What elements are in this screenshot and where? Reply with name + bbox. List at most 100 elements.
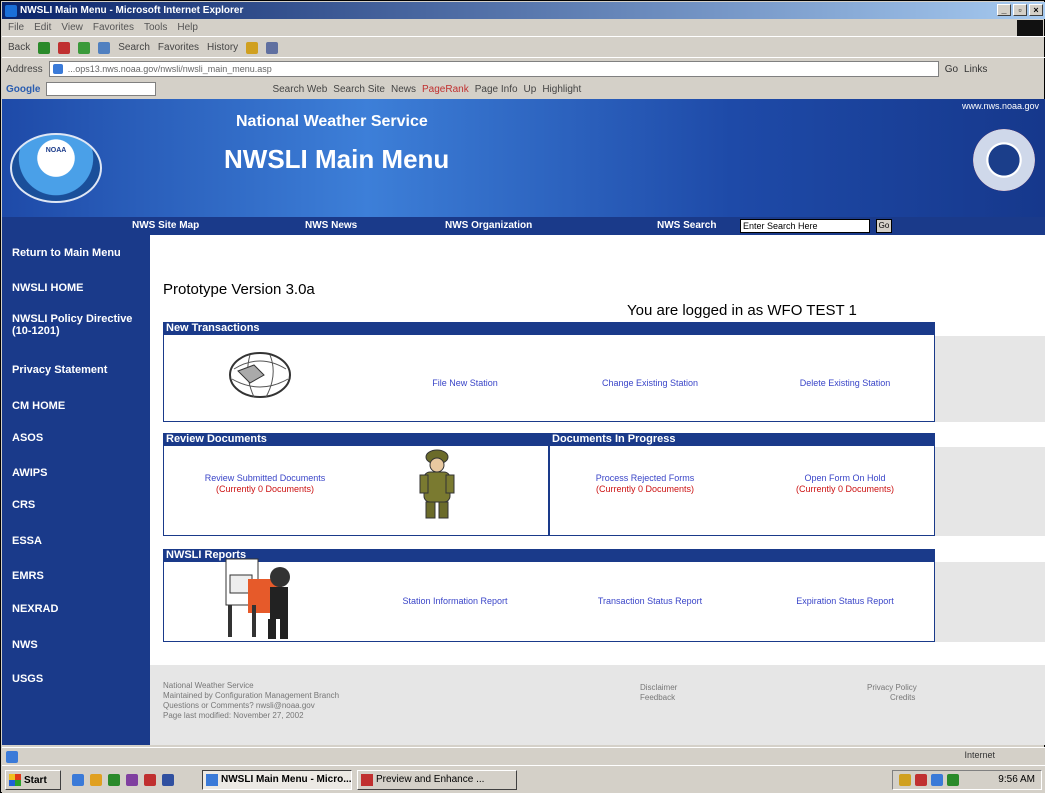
links-button[interactable]: Links (964, 64, 987, 75)
change-existing-station-link[interactable]: Change Existing Station (580, 378, 720, 388)
go-button[interactable]: Go (945, 64, 958, 75)
documents-in-progress-heading: Documents In Progress (549, 433, 935, 446)
stop-icon[interactable] (58, 41, 71, 54)
tray-icon-3[interactable] (931, 774, 943, 786)
globe-clipart-icon (229, 352, 291, 398)
review-documents-count: (Currently 0 Documents) (215, 484, 315, 494)
credits-link[interactable]: Credits (890, 693, 915, 703)
refresh-icon[interactable] (78, 41, 91, 54)
menu-view[interactable]: View (61, 22, 83, 33)
history-button[interactable]: History (207, 42, 238, 53)
zone-label: Internet (964, 750, 995, 760)
sidebar-item-privacy[interactable]: Privacy Statement (12, 364, 144, 376)
nav-sitemap-link[interactable]: NWS Site Map (132, 220, 199, 231)
soldier-clipart-icon (419, 449, 455, 519)
rejected-forms-count: (Currently 0 Documents) (595, 484, 695, 494)
station-information-report-link[interactable]: Station Information Report (380, 596, 530, 606)
address-input[interactable]: ...ops13.nws.noaa.gov/nwsli/nwsli_main_m… (48, 61, 939, 77)
quicklaunch-app-icon[interactable] (108, 774, 120, 786)
quicklaunch-ie-icon[interactable] (72, 774, 84, 786)
page-info-button[interactable]: Page Info (475, 84, 518, 95)
sidebar-item-usgs[interactable]: USGS (12, 673, 144, 685)
tray-icon-2[interactable] (915, 774, 927, 786)
feedback-link[interactable]: Feedback (640, 693, 675, 703)
quicklaunch-app4-icon[interactable] (162, 774, 174, 786)
footer-line-4: Page last modified: November 27, 2002 (163, 711, 304, 720)
page-status-icon (6, 751, 18, 763)
footer-line-3[interactable]: Questions or Comments? nwsli@noaa.gov (163, 701, 315, 711)
sidebar-item-awips[interactable]: AWIPS (12, 467, 144, 479)
maximize-button[interactable]: ▫ (1013, 4, 1027, 16)
top-navbar: NWS Site Map NWS News NWS Organization N… (2, 217, 1045, 235)
sidebar-item-return-main[interactable]: Return to Main Menu (12, 247, 144, 259)
google-toolbar: Google Search Web Search Site News PageR… (2, 80, 1045, 98)
search-site-button[interactable]: Search Site (333, 84, 385, 95)
task-preview-icon (361, 774, 373, 786)
forward-icon[interactable] (38, 41, 51, 54)
logged-in-label: You are logged in as WFO TEST 1 (627, 302, 857, 319)
task-preview-window[interactable]: Preview and Enhance ... (357, 770, 517, 790)
task-ie-icon (206, 774, 218, 786)
standard-toolbar: Back Search Favorites History (2, 38, 1045, 58)
system-tray: 9:56 AM (892, 770, 1042, 790)
quicklaunch-app2-icon[interactable] (126, 774, 138, 786)
task-ie-window[interactable]: NWSLI Main Menu - Micro... (202, 770, 352, 790)
quicklaunch-app3-icon[interactable] (144, 774, 156, 786)
taskbar: Start NWSLI Main Menu - Micro... Preview… (2, 765, 1045, 793)
expiration-status-report-link[interactable]: Expiration Status Report (765, 596, 925, 606)
footer-line-2[interactable]: Maintained by Configuration Management B… (163, 691, 339, 701)
sidebar-item-crs[interactable]: CRS (12, 499, 144, 511)
start-button[interactable]: Start (5, 770, 61, 790)
minimize-button[interactable]: _ (997, 4, 1011, 16)
open-form-on-hold-link[interactable]: Open Form On Hold (760, 473, 930, 483)
up-button[interactable]: Up (524, 84, 537, 95)
disclaimer-link[interactable]: Disclaimer (640, 683, 677, 693)
print-icon[interactable] (266, 41, 279, 54)
noaa-logo[interactable]: NOAA (10, 133, 102, 203)
nws-search-input[interactable]: Enter Search Here (740, 219, 870, 233)
back-button[interactable]: Back (8, 42, 30, 53)
mail-icon[interactable] (246, 41, 259, 54)
menu-tools[interactable]: Tools (144, 22, 167, 33)
search-button[interactable]: Search (118, 42, 150, 53)
file-new-station-link[interactable]: File New Station (405, 378, 525, 388)
search-web-button[interactable]: Search Web (272, 84, 327, 95)
delete-existing-station-link[interactable]: Delete Existing Station (770, 378, 920, 388)
window-titlebar[interactable]: NWSLI Main Menu - Microsoft Internet Exp… (2, 2, 1045, 19)
sidebar-item-asos[interactable]: ASOS (12, 432, 144, 444)
privacy-policy-link[interactable]: Privacy Policy (867, 683, 917, 693)
header-url[interactable]: www.nws.noaa.gov (962, 101, 1039, 111)
news-button[interactable]: News (391, 84, 416, 95)
sidebar-item-policy-directive[interactable]: NWSLI Policy Directive (10-1201) (12, 313, 144, 337)
task-preview-label: Preview and Enhance ... (376, 774, 485, 785)
pagerank-indicator[interactable]: PageRank (422, 84, 469, 95)
sidebar-item-nws[interactable]: NWS (12, 639, 144, 651)
status-bar: Internet (2, 747, 1045, 765)
highlight-button[interactable]: Highlight (542, 84, 581, 95)
nws-logo[interactable] (973, 129, 1035, 191)
tray-icon-4[interactable] (947, 774, 959, 786)
close-button[interactable]: × (1029, 4, 1043, 16)
nav-organization-link[interactable]: NWS Organization (445, 220, 532, 231)
review-submitted-documents-link[interactable]: Review Submitted Documents (170, 473, 360, 483)
sidebar-item-cm-home[interactable]: CM HOME (12, 400, 144, 412)
menu-edit[interactable]: Edit (34, 22, 51, 33)
process-rejected-forms-link[interactable]: Process Rejected Forms (570, 473, 720, 483)
sidebar-item-emrs[interactable]: EMRS (12, 570, 144, 582)
menu-favorites[interactable]: Favorites (93, 22, 134, 33)
tray-icon-1[interactable] (899, 774, 911, 786)
menu-file[interactable]: File (8, 22, 24, 33)
favorites-button[interactable]: Favorites (158, 42, 199, 53)
home-icon[interactable] (98, 41, 111, 54)
google-logo[interactable]: Google (6, 84, 40, 95)
nav-news-link[interactable]: NWS News (305, 220, 357, 231)
nws-search-go-button[interactable]: Go (876, 219, 892, 233)
google-search-input[interactable] (46, 82, 157, 96)
sidebar-item-nwsli-home[interactable]: NWSLI HOME (12, 282, 144, 294)
sidebar-item-essa[interactable]: ESSA (12, 535, 144, 547)
sidebar-item-nexrad[interactable]: NEXRAD (12, 603, 144, 615)
transaction-status-report-link[interactable]: Transaction Status Report (575, 596, 725, 606)
taskbar-clock: 9:56 AM (998, 774, 1035, 785)
menu-help[interactable]: Help (177, 22, 198, 33)
quicklaunch-outlook-icon[interactable] (90, 774, 102, 786)
